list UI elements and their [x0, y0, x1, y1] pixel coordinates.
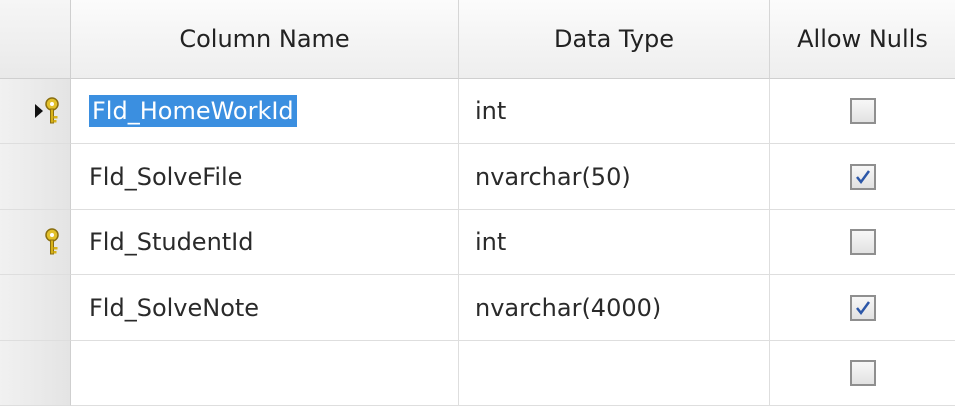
column-name-value[interactable]: Fld_HomeWorkId — [89, 95, 297, 127]
data-type-cell[interactable]: nvarchar(4000) — [459, 275, 770, 341]
checkmark-icon — [855, 300, 870, 315]
column-name-value[interactable]: Fld_SolveNote — [89, 294, 259, 322]
key-icon — [44, 228, 60, 256]
row-selector[interactable] — [0, 275, 71, 341]
allow-nulls-checkbox[interactable] — [849, 163, 876, 190]
column-name-value[interactable]: Fld_StudentId — [89, 228, 254, 256]
allow-nulls-checkbox[interactable] — [849, 294, 876, 321]
table-designer-grid: Column Name Data Type Allow Nulls Fld_Ho… — [0, 0, 955, 408]
row-selector[interactable] — [0, 144, 71, 210]
allow-nulls-header[interactable]: Allow Nulls — [770, 0, 955, 79]
column-name-cell[interactable]: Fld_HomeWorkId — [71, 79, 459, 144]
table-row: Fld_StudentId int — [0, 210, 955, 275]
data-type-cell[interactable]: nvarchar(50) — [459, 144, 770, 210]
column-name-cell[interactable]: Fld_SolveFile — [71, 144, 459, 210]
allow-nulls-cell[interactable] — [770, 144, 955, 210]
table-row: Fld_SolveNote nvarchar(4000) — [0, 275, 955, 341]
table-row: Fld_SolveFile nvarchar(50) — [0, 144, 955, 210]
row-selector[interactable] — [0, 79, 71, 144]
column-name-cell[interactable]: Fld_StudentId — [71, 210, 459, 275]
row-indicator — [34, 97, 60, 125]
grid-rows: Fld_HomeWorkId int Fld_SolveFile nvarcha… — [0, 79, 955, 406]
row-selector[interactable] — [0, 341, 71, 406]
corner-header[interactable] — [0, 0, 71, 79]
column-name-cell[interactable] — [71, 341, 459, 406]
row-selector[interactable] — [0, 210, 71, 275]
checkmark-icon — [855, 169, 870, 184]
allow-nulls-cell[interactable] — [770, 341, 955, 406]
column-name-header[interactable]: Column Name — [71, 0, 459, 79]
allow-nulls-cell[interactable] — [770, 275, 955, 341]
allow-nulls-checkbox[interactable] — [849, 360, 876, 386]
data-type-cell[interactable]: int — [459, 210, 770, 275]
data-type-cell[interactable]: int — [459, 79, 770, 144]
allow-nulls-checkbox[interactable] — [849, 98, 876, 124]
data-type-cell[interactable] — [459, 341, 770, 406]
column-name-cell[interactable]: Fld_SolveNote — [71, 275, 459, 341]
table-row: Fld_HomeWorkId int — [0, 79, 955, 144]
row-pointer-icon — [34, 103, 44, 119]
column-name-value[interactable]: Fld_SolveFile — [89, 163, 242, 191]
grid-header: Column Name Data Type Allow Nulls — [0, 0, 955, 79]
data-type-header[interactable]: Data Type — [459, 0, 770, 79]
allow-nulls-checkbox[interactable] — [849, 229, 876, 255]
allow-nulls-cell[interactable] — [770, 210, 955, 275]
key-icon — [44, 97, 60, 125]
allow-nulls-cell[interactable] — [770, 79, 955, 144]
table-row — [0, 341, 955, 406]
